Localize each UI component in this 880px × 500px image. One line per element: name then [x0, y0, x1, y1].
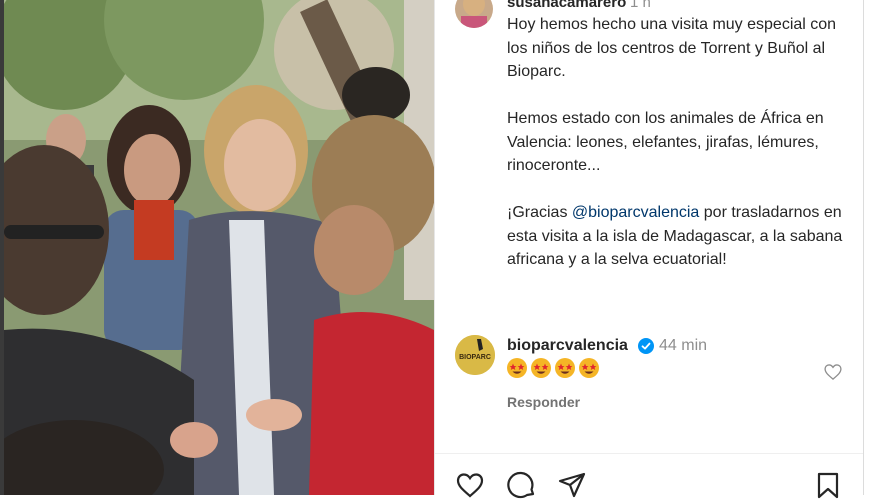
- caption-paragraph-3: ¡Gracias @bioparcvalencia por trasladarn…: [507, 201, 847, 272]
- bookmark-icon[interactable]: [813, 470, 843, 500]
- caption-text: ¡Gracias: [507, 204, 572, 221]
- post-photo-image: [4, 0, 434, 495]
- window-frame-right: [863, 0, 880, 495]
- star-struck-emoji-icon: [555, 358, 575, 378]
- heart-icon[interactable]: [455, 470, 485, 500]
- commenter-username[interactable]: bioparcvalencia: [507, 337, 628, 355]
- verified-badge-icon: [638, 338, 654, 354]
- comment-icon[interactable]: [507, 470, 537, 500]
- author-avatar[interactable]: [455, 0, 493, 28]
- caption-paragraph-1: Hoy hemos hecho una visita muy especial …: [507, 16, 837, 80]
- post-caption: Hoy hemos hecho una visita muy especial …: [507, 13, 847, 272]
- bioparc-logo-text: BIOPARC: [459, 354, 491, 361]
- star-struck-emoji-icon: [531, 358, 551, 378]
- heart-outline-icon[interactable]: [823, 362, 843, 382]
- post-time: 1 h: [630, 0, 651, 11]
- paper-plane-icon[interactable]: [557, 470, 587, 500]
- actions-divider: [435, 453, 865, 454]
- post-side-panel: susanacamarero 1 h Hoy hemos hecho una v…: [434, 0, 865, 499]
- mention-link[interactable]: @bioparcvalencia: [572, 204, 699, 221]
- comment-emojis: [507, 358, 599, 378]
- author-username[interactable]: susanacamarero: [507, 0, 626, 11]
- caption-paragraph-2: Hemos estado con los animales de África …: [507, 110, 824, 174]
- post-photo[interactable]: [4, 0, 434, 495]
- comment-time: 44 min: [659, 337, 708, 354]
- star-struck-emoji-icon: [579, 358, 599, 378]
- commenter-avatar[interactable]: BIOPARC: [455, 335, 495, 375]
- star-struck-emoji-icon: [507, 358, 527, 378]
- reply-button[interactable]: Responder: [507, 394, 580, 410]
